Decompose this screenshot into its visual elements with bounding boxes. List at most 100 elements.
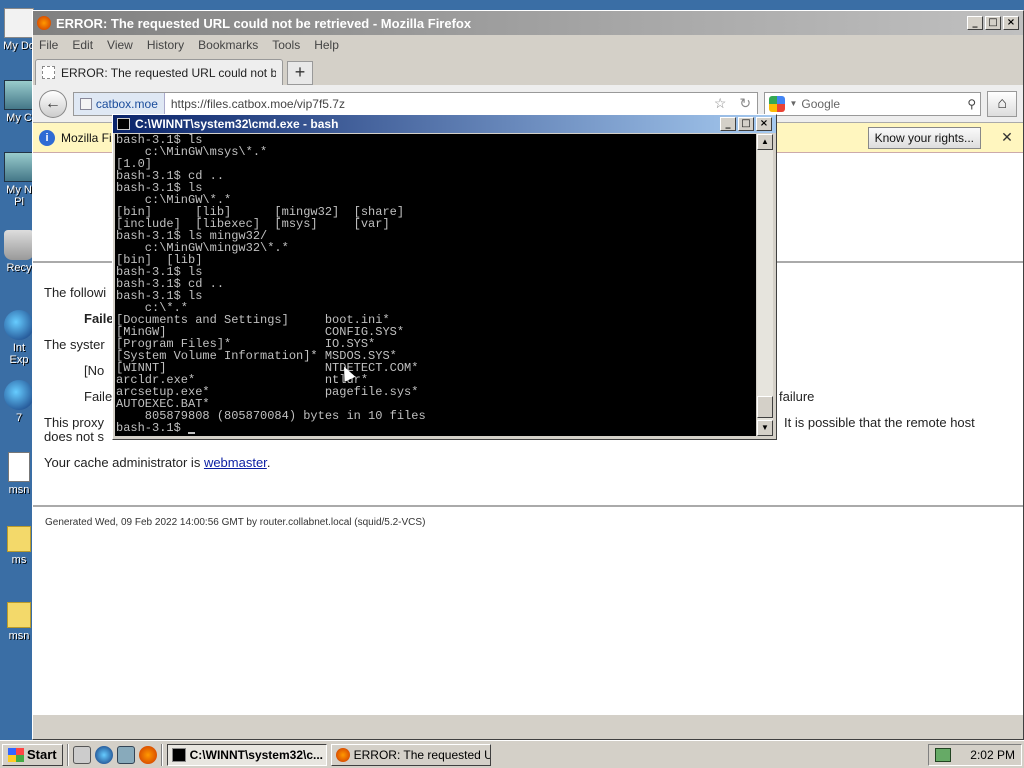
- desktop-icon-msn-file[interactable]: msn: [2, 452, 36, 496]
- minimize-button[interactable]: _: [967, 16, 983, 30]
- window-title: ERROR: The requested URL could not be re…: [56, 15, 472, 31]
- desktop-icon-label: 7: [15, 412, 23, 424]
- cmd-titlebar[interactable]: C:\WINNT\system32\cmd.exe - bash _ □ ×: [113, 115, 776, 133]
- close-button[interactable]: ×: [756, 117, 772, 131]
- bookmark-star-icon[interactable]: ☆: [714, 95, 727, 112]
- terminal-line: 805879808 (805870084) bytes in 10 files: [116, 409, 426, 423]
- webmaster-link[interactable]: webmaster: [204, 455, 267, 470]
- show-desktop-icon[interactable]: [72, 745, 91, 764]
- file-icon: [8, 452, 30, 482]
- menu-tools[interactable]: Tools: [272, 38, 300, 52]
- network-status-icon[interactable]: [935, 747, 951, 762]
- menu-bar: File Edit View History Bookmarks Tools H…: [33, 35, 1023, 55]
- desktop-icon-label: My C: [6, 112, 32, 124]
- scroll-down-arrow-icon[interactable]: ▼: [757, 420, 773, 436]
- desktop-icon-my-computer[interactable]: My C: [2, 80, 36, 124]
- menu-bookmarks[interactable]: Bookmarks: [198, 38, 258, 52]
- menu-view[interactable]: View: [107, 38, 133, 52]
- desktop-icon-label: My Do: [3, 40, 35, 52]
- cache-admin-prefix: Your cache administrator is: [44, 455, 204, 470]
- error-code-text: [No: [84, 363, 105, 378]
- firefox-titlebar[interactable]: ERROR: The requested URL could not be re…: [33, 11, 1023, 35]
- globe-icon: [4, 380, 34, 410]
- cache-admin-text: Your cache administrator is webmaster.: [44, 455, 270, 470]
- windows-flag-icon: [8, 747, 24, 762]
- error-intro-text: The followi: [44, 285, 107, 300]
- error-detail-suffix: failure: [779, 389, 815, 404]
- terminal-line: bash-3.1$ ls: [116, 289, 203, 303]
- cmd-title: C:\WINNT\system32\cmd.exe - bash: [135, 117, 339, 131]
- maximize-button[interactable]: □: [738, 117, 754, 131]
- terminal-line: c:\MinGW\mingw32\*.*: [116, 241, 289, 255]
- site-identity-icon: [79, 97, 92, 110]
- proxy-text-cont: does not s: [44, 429, 104, 444]
- close-icon[interactable]: ✕: [997, 129, 1017, 146]
- new-tab-button[interactable]: +: [287, 61, 313, 85]
- desktop-icon-msn-folder[interactable]: msn: [2, 602, 36, 642]
- firefox-icon[interactable]: [138, 745, 157, 764]
- scroll-up-arrow-icon[interactable]: ▲: [757, 134, 773, 150]
- taskbar-button-cmd[interactable]: C:\WINNT\system32\c...: [166, 743, 327, 766]
- internet-explorer-icon: [4, 310, 34, 340]
- terminal-line: bash-3.1$ cd ..: [116, 169, 225, 183]
- desktop-icon-globe[interactable]: 7: [2, 380, 36, 424]
- desktop-icon-my-network[interactable]: My N Pl: [2, 152, 36, 208]
- terminal-scrollbar[interactable]: ▲ ▼: [757, 134, 773, 436]
- desktop-icon-internet-explorer[interactable]: Int Exp: [2, 310, 36, 366]
- menu-file[interactable]: File: [39, 38, 58, 52]
- menu-edit[interactable]: Edit: [72, 38, 93, 52]
- tab-error[interactable]: ERROR: The requested URL could not be re…: [35, 59, 283, 85]
- close-button[interactable]: ×: [1003, 16, 1019, 30]
- desktop-icon-label: msn: [8, 630, 30, 642]
- cmd-window: C:\WINNT\system32\cmd.exe - bash _ □ × b…: [112, 114, 777, 440]
- back-button[interactable]: ←: [39, 89, 67, 118]
- desktop-icon-label: Int Exp: [9, 342, 29, 366]
- desktop-icon-label: msn: [8, 484, 30, 496]
- maximize-button[interactable]: □: [985, 16, 1001, 30]
- reload-icon[interactable]: ↻: [739, 95, 751, 112]
- search-bar[interactable]: ▼ Google ⚲: [764, 91, 982, 116]
- cache-admin-suffix: .: [266, 455, 271, 470]
- tab-label: ERROR: The requested URL could not be re…: [61, 65, 276, 80]
- url-bar[interactable]: catbox.moe https://files.catbox.moe/vip7…: [72, 91, 759, 116]
- desktop-icon-my-documents[interactable]: My Do: [2, 8, 36, 52]
- computer-icon: [4, 80, 34, 110]
- home-button[interactable]: ⌂: [987, 90, 1017, 117]
- chevron-down-icon[interactable]: ▼: [789, 99, 797, 108]
- desktop-icon-recycle-bin[interactable]: Recy: [2, 230, 36, 274]
- desktop-icon-label: Recy: [6, 262, 32, 274]
- error-heading-text: Faile: [84, 311, 114, 326]
- search-input[interactable]: Google: [801, 97, 963, 111]
- taskbar-button-label: C:\WINNT\system32\c...: [189, 747, 323, 762]
- network-icon: [4, 152, 34, 182]
- taskbar-separator: [160, 743, 163, 766]
- clock: 2:02 PM: [970, 747, 1015, 762]
- terminal-line: arcsetup.exe* pagefile.sys*: [116, 385, 419, 399]
- taskbar-button-firefox[interactable]: ERROR: The requested U...: [330, 743, 491, 766]
- system-tray: 2:02 PM: [928, 743, 1022, 766]
- minimize-button[interactable]: _: [720, 117, 736, 131]
- system-returned-text: The syster: [44, 337, 105, 352]
- generated-footer: Generated Wed, 09 Feb 2022 14:00:56 GMT …: [45, 517, 426, 528]
- terminal-line: bash-3.1$: [116, 422, 756, 434]
- network-icon[interactable]: [116, 745, 135, 764]
- know-your-rights-button[interactable]: Know your rights...: [867, 126, 981, 149]
- google-icon[interactable]: [769, 95, 786, 112]
- scroll-thumb[interactable]: [757, 396, 773, 418]
- terminal-output[interactable]: bash-3.1$ ls c:\MinGW\msys\*.* [1.0] bash-…: [115, 134, 756, 436]
- divider: [33, 505, 1023, 507]
- internet-explorer-icon[interactable]: [94, 745, 113, 764]
- error-detail-text: Faile: [84, 389, 113, 404]
- menu-history[interactable]: History: [147, 38, 184, 52]
- documents-icon: [4, 8, 34, 38]
- menu-help[interactable]: Help: [314, 38, 339, 52]
- search-icon[interactable]: ⚲: [967, 97, 976, 111]
- firefox-icon: [37, 16, 51, 30]
- firefox-icon: [335, 747, 350, 762]
- start-button[interactable]: Start: [2, 743, 63, 766]
- terminal-line: bash-3.1$ cd ..: [116, 277, 225, 291]
- site-identity-button[interactable]: catbox.moe: [73, 92, 165, 115]
- url-text[interactable]: https://files.catbox.moe/vip7f5.7z: [165, 97, 708, 111]
- folder-icon: [7, 526, 31, 552]
- desktop-icon-ms-folder[interactable]: ms: [2, 526, 36, 566]
